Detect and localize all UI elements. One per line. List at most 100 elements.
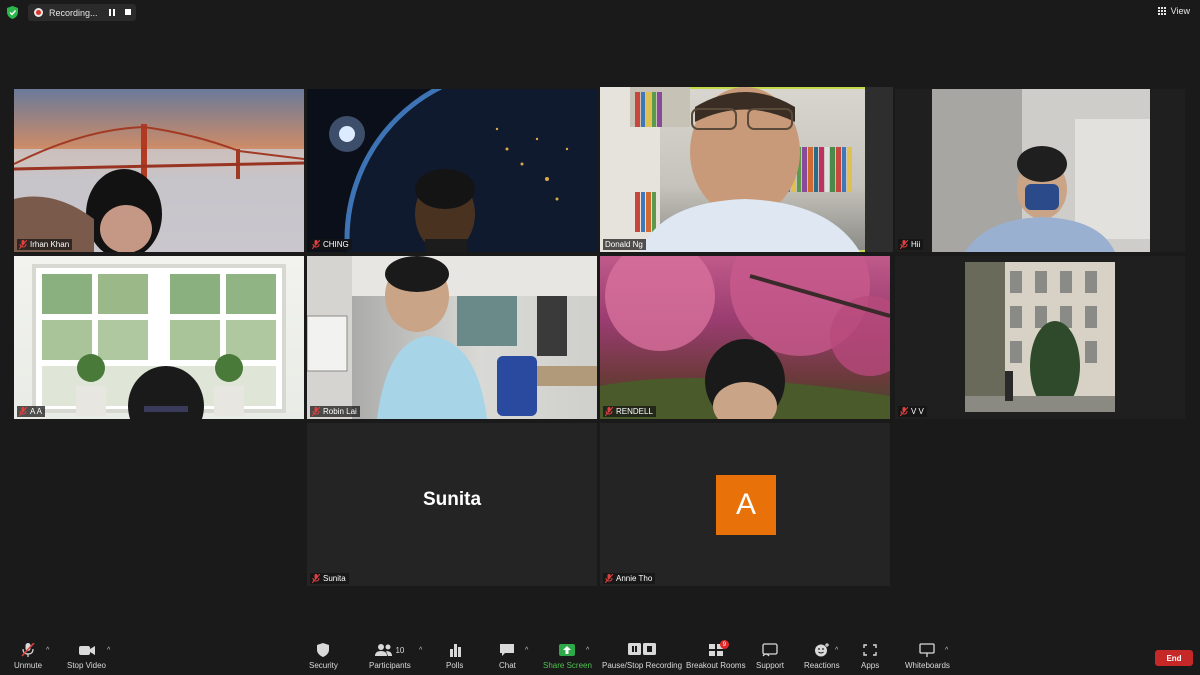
pause-recording-icon[interactable]: [109, 9, 115, 16]
whiteboards-button[interactable]: Whiteboards: [905, 643, 950, 670]
participant-display-name: Sunita: [422, 489, 482, 510]
support-label: Support: [756, 661, 785, 670]
video-tile-rendell[interactable]: RENDELL: [600, 256, 890, 419]
participants-options-caret-icon[interactable]: ^: [419, 647, 422, 654]
video-background: [14, 124, 304, 252]
participant-name-tag: CHING: [310, 239, 352, 250]
pause-stop-recording-label: Pause/Stop Recording: [602, 661, 683, 670]
video-tile-sunita[interactable]: Sunita Sunita: [307, 423, 597, 586]
recording-label: Recording...: [49, 7, 98, 18]
unmute-button[interactable]: Unmute: [14, 643, 42, 670]
stop-video-button[interactable]: Stop Video: [67, 643, 106, 670]
avatar: A: [716, 475, 776, 535]
video-background: [932, 89, 1150, 252]
participants-button[interactable]: 10 Participants: [369, 643, 411, 670]
mic-muted-icon: [312, 574, 320, 583]
mic-muted-icon: [19, 407, 27, 416]
recording-indicator: Recording...: [28, 4, 136, 21]
whiteboards-options-caret-icon[interactable]: ^: [945, 647, 948, 654]
stop-recording-icon[interactable]: [125, 9, 131, 15]
video-background: [329, 89, 597, 252]
participant-name-tag: Donald Ng: [603, 239, 646, 250]
audio-options-caret-icon[interactable]: ^: [46, 647, 49, 654]
breakout-notification-badge: 9: [719, 640, 729, 649]
participants-label: Participants: [369, 661, 411, 670]
video-tile-ching[interactable]: CHING: [307, 89, 597, 252]
reactions-options-caret-icon[interactable]: ^: [835, 647, 838, 654]
share-screen-button[interactable]: Share Screen: [543, 643, 592, 670]
mic-muted-icon: [312, 240, 320, 249]
participant-name: V V: [911, 407, 924, 416]
participant-name: CHING: [323, 240, 349, 249]
mic-muted-icon: [605, 407, 613, 416]
breakout-rooms-label: Breakout Rooms: [686, 661, 746, 670]
whiteboard-icon: [919, 643, 936, 657]
participant-name: Sunita: [323, 574, 346, 583]
video-background: [32, 264, 286, 419]
share-screen-label: Share Screen: [543, 661, 592, 670]
participant-name: Irhan Khan: [30, 240, 70, 249]
end-meeting-button[interactable]: End: [1155, 650, 1193, 666]
security-button[interactable]: Security: [309, 643, 338, 670]
pause-stop-recording-button[interactable]: Pause/Stop Recording: [602, 643, 682, 670]
video-tile-irhan-khan[interactable]: Irhan Khan: [14, 89, 304, 252]
video-tile-a-a[interactable]: A A: [14, 256, 304, 419]
video-tile-hii[interactable]: Hii: [895, 89, 1185, 252]
participant-name-tag: A A: [17, 406, 46, 417]
video-background: [307, 256, 597, 419]
shield-icon: [317, 643, 330, 657]
mic-muted-icon: [900, 240, 908, 249]
video-tile-donald-ng[interactable]: Donald Ng: [600, 87, 893, 252]
apps-label: Apps: [861, 661, 880, 670]
support-button[interactable]: Support: [756, 643, 784, 670]
view-label: View: [1170, 6, 1190, 16]
share-screen-arrow-icon: [559, 644, 576, 656]
video-tile-annie-tho[interactable]: A Annie Tho: [600, 423, 890, 586]
poll-chart-icon: [449, 644, 461, 657]
whiteboards-label: Whiteboards: [905, 661, 950, 670]
recording-dot-icon: [34, 8, 43, 17]
participants-count: 10: [395, 645, 405, 655]
participant-name-tag: Sunita: [310, 573, 349, 584]
video-options-caret-icon[interactable]: ^: [107, 647, 110, 654]
breakout-rooms-icon: 9: [708, 640, 729, 657]
pause-icon: [628, 643, 642, 655]
apps-icon: [863, 644, 877, 656]
meeting-toolbar: Unmute ^ Stop Video ^ Security 10 Partic…: [0, 637, 1200, 675]
smiley-plus-icon: [814, 643, 829, 657]
stop-video-label: Stop Video: [67, 661, 106, 670]
participant-name-tag: Robin Lai: [310, 406, 360, 417]
reactions-label: Reactions: [804, 661, 840, 670]
mic-muted-icon: [312, 407, 320, 416]
top-bar: Recording... View: [0, 0, 1200, 26]
video-tile-robin-lai[interactable]: Robin Lai: [307, 256, 597, 419]
polls-button[interactable]: Polls: [446, 643, 463, 670]
apps-button[interactable]: Apps: [861, 643, 879, 670]
breakout-rooms-button[interactable]: 9 Breakout Rooms: [686, 640, 746, 670]
mic-muted-icon: [21, 643, 35, 657]
chat-bubble-icon: [500, 644, 515, 656]
shield-check-icon[interactable]: [7, 6, 18, 19]
participant-name: Annie Tho: [616, 574, 653, 583]
participant-name-tag: Hii: [898, 239, 924, 250]
mic-muted-icon: [19, 240, 27, 249]
video-camera-icon: [78, 646, 95, 655]
video-background: [600, 87, 893, 252]
participant-name: Hii: [911, 240, 921, 249]
participant-name-tag: V V: [898, 406, 927, 417]
view-button[interactable]: View: [1157, 6, 1190, 16]
participant-name-tag: Annie Tho: [603, 573, 656, 584]
chat-button[interactable]: Chat: [499, 643, 516, 670]
participant-name: A A: [30, 407, 43, 416]
people-icon: [375, 644, 393, 656]
share-options-caret-icon[interactable]: ^: [586, 647, 589, 654]
chat-options-caret-icon[interactable]: ^: [525, 647, 528, 654]
participant-name: RENDELL: [616, 407, 653, 416]
video-background: [965, 262, 1115, 412]
video-tile-v-v[interactable]: V V: [895, 256, 1185, 419]
grid-view-icon: [1157, 6, 1167, 16]
polls-label: Polls: [446, 661, 464, 670]
stop-icon: [643, 643, 657, 655]
participant-name: Robin Lai: [323, 407, 357, 416]
mic-muted-icon: [900, 407, 908, 416]
